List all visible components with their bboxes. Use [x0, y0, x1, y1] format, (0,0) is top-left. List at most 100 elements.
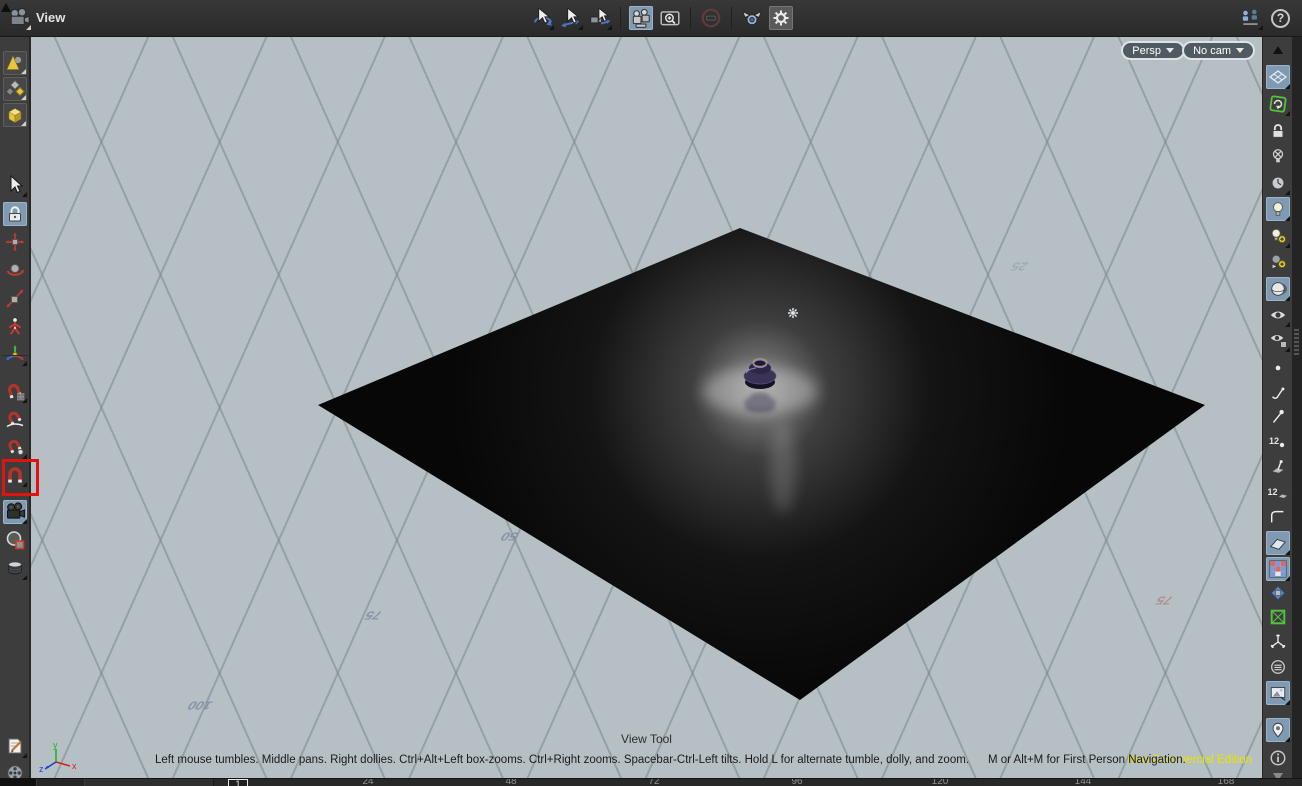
dropdown-arrow-icon — [1285, 216, 1290, 221]
scale-tool-button[interactable] — [3, 286, 27, 310]
pan-tool-button[interactable] — [559, 6, 583, 30]
pose-tool-button[interactable] — [3, 314, 27, 338]
pane-splitter-handle[interactable] — [1294, 329, 1299, 355]
3d-viewport[interactable]: 25 50 75 100 75 Persp No cam y x z View … — [31, 37, 1262, 778]
display-options-button[interactable] — [1266, 303, 1290, 327]
select-tool-button[interactable] — [3, 173, 27, 197]
profile-curve-icon — [1270, 510, 1284, 523]
playbar-current-frame[interactable]: 1 — [228, 779, 248, 786]
triangle-up-icon — [1273, 46, 1283, 54]
display-materials-button[interactable] — [1266, 581, 1290, 605]
show-handles-button[interactable] — [1266, 718, 1290, 742]
display-objects-button[interactable] — [3, 51, 27, 75]
point-number-icon: 12 — [1268, 435, 1279, 446]
display-geometry-button[interactable] — [3, 103, 27, 127]
padlock-icon — [1272, 124, 1284, 138]
toolbar-separator — [620, 7, 621, 29]
display-point-numbers-button[interactable]: 12 — [1266, 429, 1290, 453]
display-components-button[interactable] — [3, 77, 27, 101]
dropdown-arrow-icon — [1285, 700, 1290, 705]
dropdown-arrow-icon — [22, 398, 27, 403]
help-button[interactable]: ? — [1271, 8, 1290, 28]
reference-plane-button[interactable] — [1266, 65, 1290, 89]
dropdown-arrow-icon — [22, 519, 27, 524]
show-geometry-button[interactable] — [1266, 328, 1290, 352]
chevron-down-icon — [1236, 48, 1244, 53]
display-points-button[interactable] — [1266, 356, 1290, 380]
display-prim-normals-button[interactable] — [1266, 455, 1290, 479]
display-point-normals-button[interactable] — [1266, 381, 1290, 405]
projection-menu[interactable]: Persp — [1121, 41, 1185, 60]
light-streak — [770, 421, 796, 513]
desktop-layout-button[interactable] — [1239, 6, 1263, 30]
toolbar-separator — [2, 355, 28, 356]
dropdown-arrow-icon — [578, 25, 583, 30]
scroll-up-button[interactable] — [1266, 38, 1290, 62]
object-lock-button[interactable] — [1266, 119, 1290, 143]
add-camera-button[interactable] — [1266, 249, 1290, 273]
dropdown-arrow-icon — [21, 95, 26, 100]
box-zoom-button[interactable] — [658, 6, 682, 30]
snap-multi-button[interactable] — [3, 463, 27, 487]
point-normal-icon — [1272, 387, 1285, 399]
display-textures-button[interactable] — [1266, 557, 1290, 581]
playbar-controls[interactable] — [0, 779, 36, 786]
tool-title: View Tool — [621, 732, 672, 746]
display-fan-button[interactable] — [1266, 630, 1290, 654]
view-tool-context-button[interactable] — [7, 6, 31, 30]
axis-z-label: z — [39, 764, 44, 774]
normal-lighting-button[interactable] — [1266, 171, 1290, 195]
pin-icon — [1272, 409, 1284, 423]
display-profiles-button[interactable] — [1266, 505, 1290, 529]
rotate-tool-button[interactable] — [3, 258, 27, 282]
disable-lighting-button[interactable] — [1266, 144, 1290, 168]
ground-plane[interactable] — [318, 228, 1205, 700]
secure-selection-button[interactable] — [3, 202, 27, 226]
toolbar-title: View — [36, 10, 66, 25]
light-gizmo[interactable] — [788, 308, 798, 318]
takes-list-button[interactable] — [3, 734, 27, 758]
rotate-icon — [6, 264, 24, 276]
stereo-camera-button[interactable] — [740, 6, 764, 30]
frame-tick: 144 — [1074, 778, 1092, 786]
display-constraints-button[interactable] — [1266, 605, 1290, 629]
translate-tool-button[interactable] — [3, 230, 27, 254]
frame-tick: 48 — [505, 778, 517, 786]
add-light-button[interactable] — [1266, 224, 1290, 248]
left-toolbar — [0, 37, 30, 785]
right-display-toolbar: 12 12 — [1262, 37, 1292, 781]
pane-edge — [1292, 37, 1302, 778]
multipass-icon — [1271, 660, 1285, 674]
render-region-button[interactable] — [3, 528, 27, 552]
pose-figure-icon — [9, 317, 21, 335]
view-tool-button[interactable] — [3, 500, 27, 524]
dolly-tool-button[interactable] — [588, 6, 612, 30]
template-tool-button[interactable] — [3, 556, 27, 580]
display-shaded-button[interactable] — [1266, 531, 1290, 555]
auto-update-button[interactable] — [1266, 92, 1290, 116]
frame-view-button[interactable] — [629, 6, 653, 30]
viewport-options-button[interactable] — [769, 6, 793, 30]
dropdown-arrow-icon — [22, 575, 27, 580]
translate-icon — [5, 232, 25, 252]
playbar-controls[interactable] — [36, 779, 84, 786]
snap-grid-button[interactable] — [3, 379, 27, 403]
dropdown-arrow-icon — [22, 482, 27, 487]
display-prim-numbers-button[interactable]: 12 — [1266, 480, 1290, 504]
camera-menu[interactable]: No cam — [1182, 41, 1255, 60]
snap-curve-button[interactable] — [3, 407, 27, 431]
view-toolbar-icons — [530, 6, 793, 30]
headlight-button[interactable] — [1266, 197, 1290, 221]
playbar-timeline[interactable]: 1 24 48 72 96 120 144 168 — [0, 778, 1302, 786]
tumble-tool-button[interactable] — [530, 6, 554, 30]
view-mask-button[interactable] — [699, 6, 723, 30]
snap-point-button[interactable] — [3, 435, 27, 459]
playbar-controls[interactable] — [84, 779, 214, 786]
render-region-icon — [6, 531, 25, 550]
display-point-trails-button[interactable] — [1266, 405, 1290, 429]
handle-alignment-button[interactable] — [3, 342, 27, 366]
dropdown-arrow-icon — [22, 192, 27, 197]
smooth-shaded-button[interactable] — [1266, 277, 1290, 301]
background-image-button[interactable] — [1266, 681, 1290, 705]
display-multipass-button[interactable] — [1266, 655, 1290, 679]
